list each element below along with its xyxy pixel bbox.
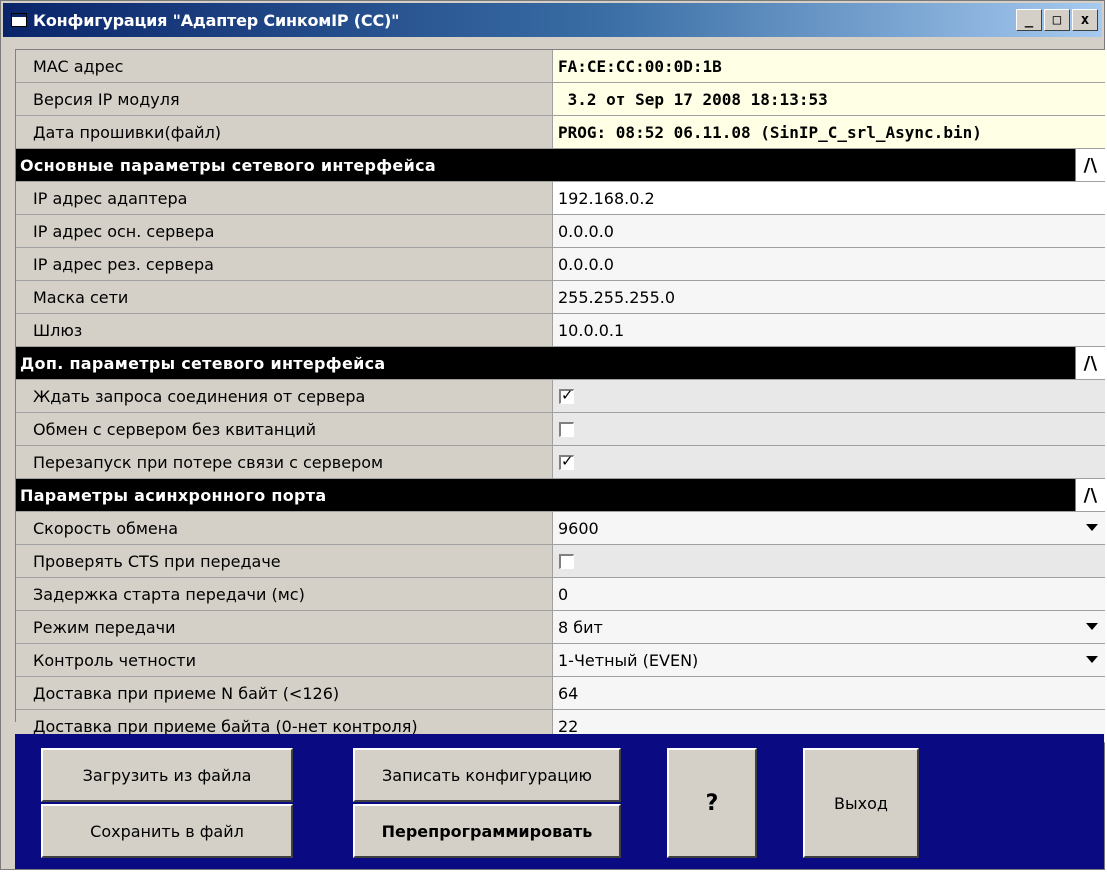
row-label: Режим передачи [16, 611, 553, 643]
mac-address-value: FA:CE:CC:00:0D:1B [553, 50, 1105, 82]
baud-rate-value: 9600 [558, 518, 599, 538]
row-label: MAC адрес [16, 50, 553, 82]
maximize-button[interactable]: □ [1044, 9, 1070, 31]
netmask-field[interactable]: 255.255.255.0 [553, 281, 1105, 313]
backup-server-ip-field[interactable]: 0.0.0.0 [553, 248, 1105, 280]
checkbox-cell [553, 545, 1105, 577]
section-title: Доп. параметры сетевого интерфейса [20, 353, 386, 373]
config-window: Конфигурация "Адаптер СинкомIP (СС)" _ □… [0, 0, 1105, 870]
load-from-file-button[interactable]: Загрузить из файла [41, 748, 293, 802]
section-title: Параметры асинхронного порта [20, 485, 327, 505]
checkbox-cell [553, 380, 1105, 412]
parity-select[interactable]: 1-Четный (EVEN) [553, 644, 1105, 676]
row-label: Ждать запроса соединения от сервера [16, 380, 553, 412]
no-ack-checkbox[interactable] [559, 421, 574, 437]
row-main-server-ip: IP адрес осн. сервера 0.0.0.0 [16, 215, 1105, 248]
firmware-date-value: PROG: 08:52 06.11.08 (SinIP_C_srl_Async.… [553, 116, 1105, 148]
row-tx-mode: Режим передачи 8 бит [16, 611, 1105, 644]
row-backup-server-ip: IP адрес рез. сервера 0.0.0.0 [16, 248, 1105, 281]
wait-connection-checkbox[interactable] [559, 386, 574, 404]
row-restart-on-loss: Перезапуск при потере связи с сервером [16, 446, 1105, 479]
section-title: Основные параметры сетевого интерфейса [20, 155, 436, 175]
row-label: Версия IP модуля [16, 83, 553, 115]
row-label: Скорость обмена [16, 512, 553, 544]
gateway-field[interactable]: 10.0.0.1 [553, 314, 1105, 346]
collapse-icon[interactable]: /\ [1075, 347, 1105, 379]
deliver-n-bytes-field[interactable]: 64 [553, 677, 1105, 709]
button-panel: Загрузить из файла Сохранить в файл Запи… [15, 734, 1104, 869]
row-label: Шлюз [16, 314, 553, 346]
baud-rate-select[interactable]: 9600 [553, 512, 1105, 544]
tx-mode-value: 8 бит [558, 617, 603, 637]
restart-on-loss-checkbox[interactable] [559, 452, 574, 470]
parity-value: 1-Четный (EVEN) [558, 650, 699, 670]
row-ip-module-version: Версия IP модуля 3.2 от Sep 17 2008 18:1… [16, 83, 1105, 116]
adapter-ip-field[interactable]: 192.168.0.2 [553, 182, 1105, 214]
collapse-icon[interactable]: /\ [1075, 149, 1105, 181]
row-mac-address: MAC адрес FA:CE:CC:00:0D:1B [16, 50, 1105, 83]
row-label: Перезапуск при потере связи с сервером [16, 446, 553, 478]
window-icon [11, 13, 27, 27]
title-bar[interactable]: Конфигурация "Адаптер СинкомIP (СС)" _ □… [3, 3, 1102, 37]
row-tx-start-delay: Задержка старта передачи (мс) 0 [16, 578, 1105, 611]
row-label: Задержка старта передачи (мс) [16, 578, 553, 610]
row-label: Контроль четности [16, 644, 553, 676]
window-title: Конфигурация "Адаптер СинкомIP (СС)" [33, 10, 400, 30]
exit-button[interactable]: Выход [803, 748, 919, 858]
section-header-network-main[interactable]: Основные параметры сетевого интерфейса /… [16, 149, 1105, 182]
row-label: Доставка при приеме N байт (<126) [16, 677, 553, 709]
checkbox-cell [553, 446, 1105, 478]
row-label: IP адрес адаптера [16, 182, 553, 214]
write-config-button[interactable]: Записать конфигурацию [353, 748, 621, 802]
window-controls: _ □ x [1014, 9, 1098, 31]
close-button[interactable]: x [1072, 9, 1098, 31]
row-no-ack-exchange: Обмен с сервером без квитанций [16, 413, 1105, 446]
row-label: Обмен с сервером без квитанций [16, 413, 553, 445]
property-grid: MAC адрес FA:CE:CC:00:0D:1B Версия IP мо… [15, 49, 1105, 743]
row-wait-server-connection: Ждать запроса соединения от сервера [16, 380, 1105, 413]
chevron-down-icon[interactable] [1086, 623, 1098, 630]
save-to-file-button[interactable]: Сохранить в файл [41, 804, 293, 858]
main-server-ip-field[interactable]: 0.0.0.0 [553, 215, 1105, 247]
row-parity: Контроль четности 1-Четный (EVEN) [16, 644, 1105, 677]
tx-start-delay-field[interactable]: 0 [553, 578, 1105, 610]
checkbox-cell [553, 413, 1105, 445]
row-label: Маска сети [16, 281, 553, 313]
row-gateway: Шлюз 10.0.0.1 [16, 314, 1105, 347]
minimize-button[interactable]: _ [1016, 9, 1042, 31]
check-cts-checkbox[interactable] [559, 553, 574, 569]
row-label: Проверять CTS при передаче [16, 545, 553, 577]
section-header-async-port[interactable]: Параметры асинхронного порта /\ [16, 479, 1105, 512]
row-adapter-ip: IP адрес адаптера 192.168.0.2 [16, 182, 1105, 215]
help-button[interactable]: ? [667, 748, 757, 858]
module-version-value: 3.2 от Sep 17 2008 18:13:53 [553, 83, 1105, 115]
row-label: IP адрес осн. сервера [16, 215, 553, 247]
row-label: IP адрес рез. сервера [16, 248, 553, 280]
row-baud-rate: Скорость обмена 9600 [16, 512, 1105, 545]
row-label: Дата прошивки(файл) [16, 116, 553, 148]
row-check-cts: Проверять CTS при передаче [16, 545, 1105, 578]
collapse-icon[interactable]: /\ [1075, 479, 1105, 511]
tx-mode-select[interactable]: 8 бит [553, 611, 1105, 643]
chevron-down-icon[interactable] [1086, 524, 1098, 531]
section-header-network-extra[interactable]: Доп. параметры сетевого интерфейса /\ [16, 347, 1105, 380]
row-netmask: Маска сети 255.255.255.0 [16, 281, 1105, 314]
row-deliver-n-bytes: Доставка при приеме N байт (<126) 64 [16, 677, 1105, 710]
row-firmware-date: Дата прошивки(файл) PROG: 08:52 06.11.08… [16, 116, 1105, 149]
reprogram-button[interactable]: Перепрограммировать [353, 804, 621, 858]
chevron-down-icon[interactable] [1086, 656, 1098, 663]
